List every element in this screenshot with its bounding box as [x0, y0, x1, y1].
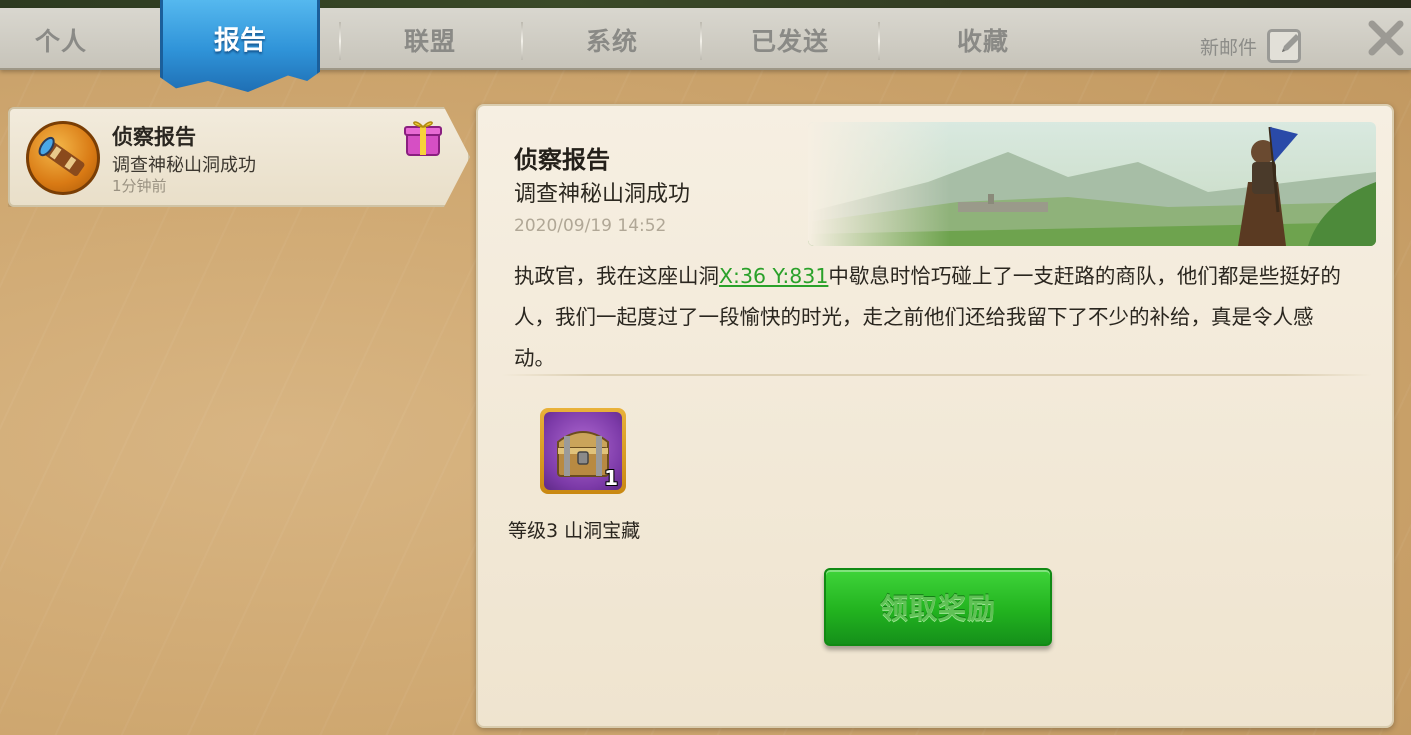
- tab-divider: [700, 22, 702, 60]
- detail-title: 侦察报告: [514, 146, 610, 174]
- report-banner-image: [808, 122, 1376, 246]
- new-mail-button[interactable]: 新邮件: [1200, 28, 1302, 64]
- close-icon[interactable]: [1366, 18, 1406, 58]
- mail-list-item[interactable]: 侦察报告 调查神秘山洞成功 1分钟前: [8, 107, 470, 207]
- tab-personal[interactable]: 个人: [0, 16, 122, 64]
- tab-alliance[interactable]: 联盟: [340, 16, 520, 64]
- coordinate-link[interactable]: X:36 Y:831: [719, 264, 828, 288]
- body-text-before: 执政官，我在这座山洞: [514, 264, 719, 288]
- reward-count: 1: [604, 466, 618, 490]
- tab-sent[interactable]: 已发送: [702, 16, 878, 64]
- detail-date: 2020/09/19 14:52: [514, 216, 667, 236]
- treasure-chest-icon: 1: [544, 412, 622, 490]
- compose-icon: [1267, 29, 1302, 63]
- tab-favorites[interactable]: 收藏: [880, 16, 1086, 64]
- mail-list-title: 侦察报告: [112, 125, 196, 149]
- tab-divider: [339, 22, 341, 60]
- detail-subtitle: 调查神秘山洞成功: [514, 182, 691, 207]
- tab-divider: [878, 22, 880, 60]
- mail-list-subtitle: 调查神秘山洞成功: [112, 155, 256, 176]
- spyglass-icon: [26, 121, 100, 195]
- new-mail-label: 新邮件: [1200, 36, 1258, 59]
- reward-item[interactable]: 1: [540, 408, 626, 494]
- divider: [502, 374, 1372, 376]
- tab-divider: [521, 22, 523, 60]
- tab-system[interactable]: 系统: [522, 16, 702, 64]
- claim-reward-button[interactable]: 领取奖励: [824, 568, 1052, 646]
- tab-report[interactable]: 报告: [160, 0, 320, 92]
- mail-detail-panel: 侦察报告 调查神秘山洞成功 2020/09/19 14:52 执政官，我在这座山…: [476, 104, 1394, 728]
- reward-label: 等级3 山洞宝藏: [508, 520, 641, 542]
- mail-list-time: 1分钟前: [112, 177, 167, 195]
- detail-body: 执政官，我在这座山洞X:36 Y:831中歇息时恰巧碰上了一支赶路的商队，他们都…: [514, 256, 1354, 379]
- gift-icon: [404, 117, 442, 161]
